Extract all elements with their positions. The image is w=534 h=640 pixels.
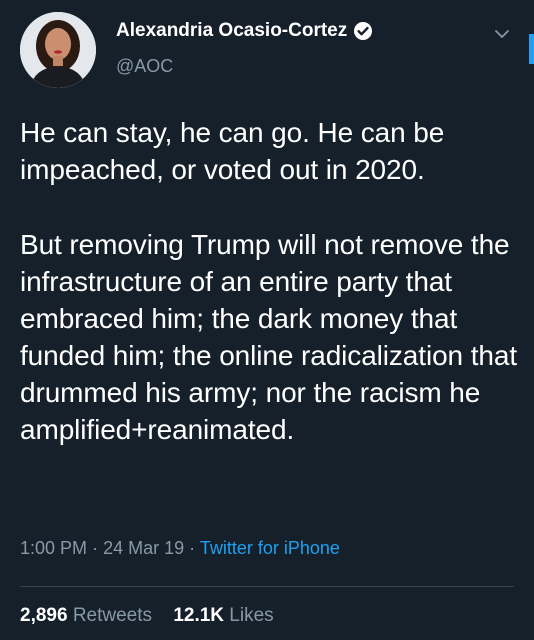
- name-row: Alexandria Ocasio-Cortez: [116, 20, 373, 42]
- tweet-meta: 1:00 PM · 24 Mar 19 · Twitter for iPhone: [20, 538, 340, 559]
- likes-label: Likes: [229, 605, 274, 626]
- display-name[interactable]: Alexandria Ocasio-Cortez: [116, 20, 347, 42]
- tweet-stats: 2,896 Retweets 12.1K Likes: [20, 605, 290, 627]
- scroll-indicator: [529, 34, 534, 64]
- verified-badge-icon: [353, 21, 373, 41]
- tweet-paragraph: But removing Trump will not remove the i…: [20, 229, 518, 445]
- tweet-source-link[interactable]: Twitter for iPhone: [200, 538, 340, 558]
- tweet-card: Alexandria Ocasio-Cortez @AOC He can sta…: [0, 0, 534, 640]
- avatar[interactable]: [20, 12, 96, 88]
- likes-stat[interactable]: 12.1K Likes: [173, 605, 273, 626]
- chevron-down-icon[interactable]: [492, 24, 512, 44]
- meta-separator: ·: [92, 538, 99, 558]
- retweets-label: Retweets: [72, 605, 153, 626]
- tweet-paragraph: He can stay, he can go. He can be impeac…: [20, 117, 445, 185]
- meta-separator: ·: [189, 538, 196, 558]
- avatar-photo-icon: [20, 12, 96, 88]
- tweet-time[interactable]: 1:00 PM: [20, 538, 87, 558]
- likes-count: 12.1K: [173, 605, 225, 626]
- retweets-stat[interactable]: 2,896 Retweets: [20, 605, 157, 626]
- divider: [20, 586, 514, 587]
- user-handle[interactable]: @AOC: [116, 56, 173, 77]
- tweet-text: He can stay, he can go. He can be impeac…: [20, 114, 520, 448]
- tweet-header: Alexandria Ocasio-Cortez @AOC: [20, 12, 514, 92]
- tweet-date[interactable]: 24 Mar 19: [103, 538, 184, 558]
- retweets-count: 2,896: [20, 605, 68, 626]
